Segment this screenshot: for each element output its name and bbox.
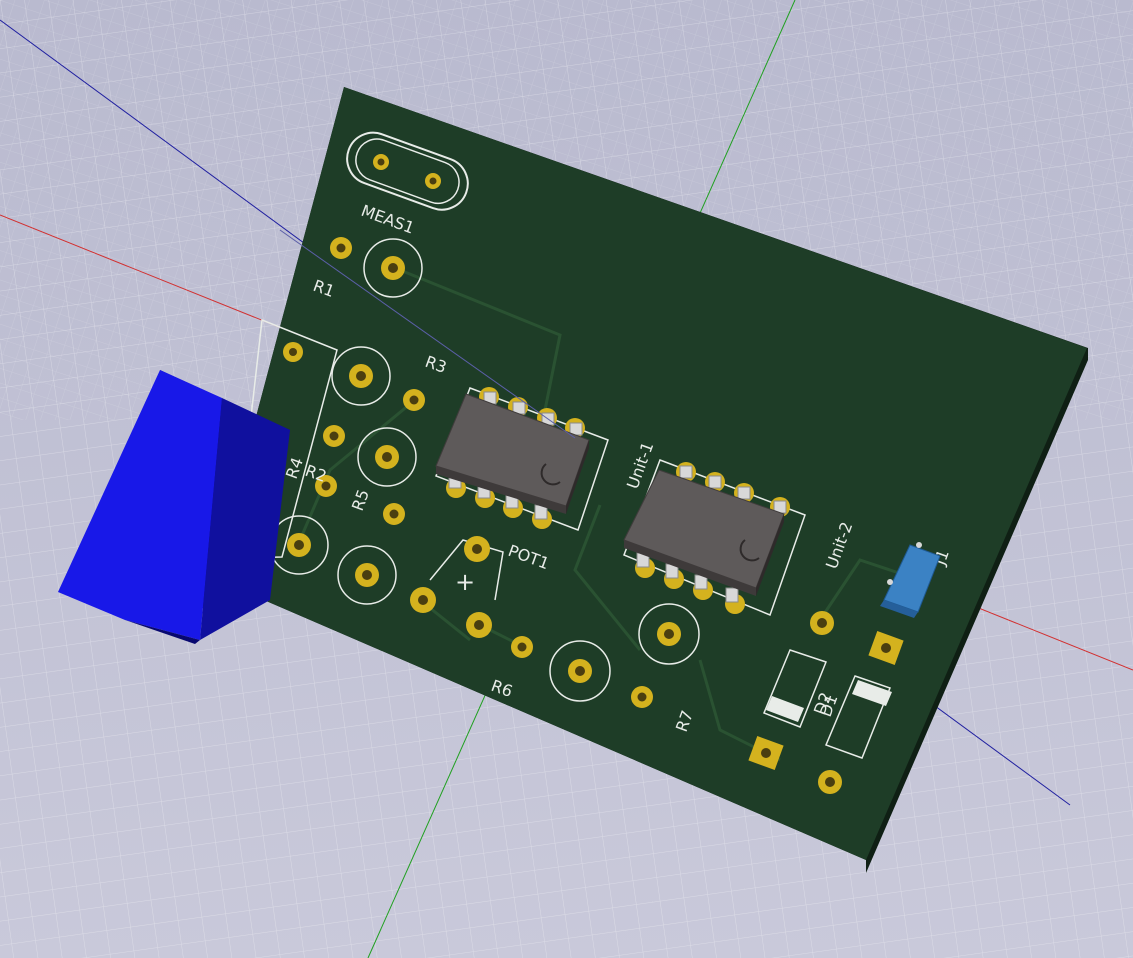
3d-viewport[interactable]: MEAS1 R1 R4 R3 R5 R2 + POT1 R6 R7 Unit-1… [0, 0, 1133, 958]
svg-text:+: + [455, 568, 475, 596]
